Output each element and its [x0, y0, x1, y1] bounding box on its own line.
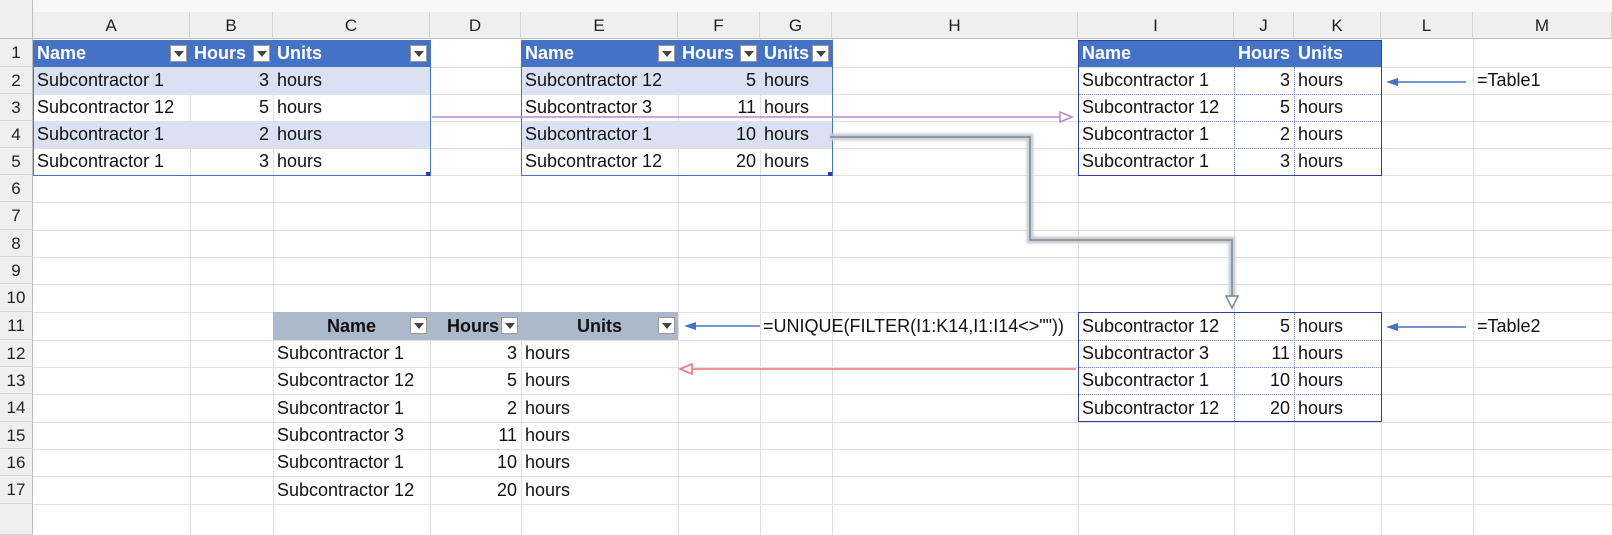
- red-arrow: [678, 362, 1076, 376]
- blue-arrow-table1-note: [1386, 78, 1466, 86]
- annotation-arrows: [432, 78, 1466, 376]
- blue-arrow-table2-note: [1386, 323, 1466, 331]
- spreadsheet-grid[interactable]: A B C D E F G H I J K L M 1 2 3 4 5 6 7 …: [0, 0, 1612, 535]
- blue-arrow-formula: [684, 322, 760, 330]
- purple-arrow: [432, 110, 1074, 124]
- gray-elbow-arrow: [830, 133, 1240, 310]
